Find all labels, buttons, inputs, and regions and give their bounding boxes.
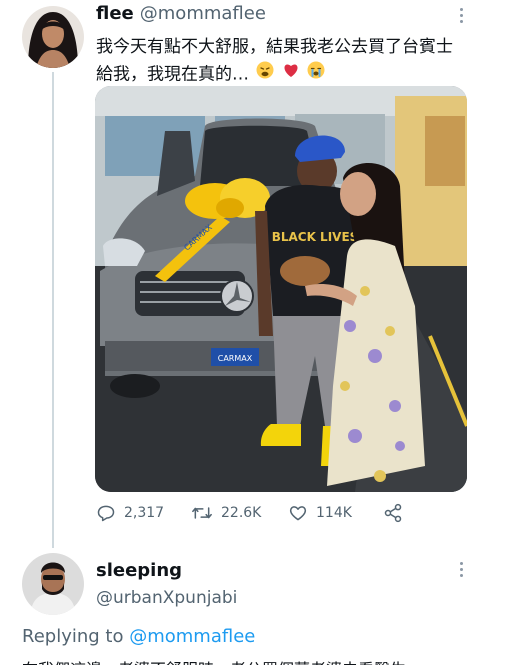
author-display-name[interactable]: flee: [96, 3, 134, 24]
like-count: 114K: [316, 505, 352, 521]
reply-button[interactable]: 2,317: [96, 503, 164, 523]
license-plate-text: CARMAX: [218, 354, 253, 363]
tweet-text: 我今天有點不大舒服，結果我老公去買了台賓士給我，我現在真的…: [96, 34, 466, 89]
comment-icon: [97, 505, 115, 522]
reply-author-handle[interactable]: @urbanXpunjabi: [96, 588, 237, 608]
tweet-photo[interactable]: CARMAX CARMAX BLACK LIVES: [95, 86, 467, 492]
retweet-icon: [192, 507, 212, 519]
shirt-text: BLACK LIVES: [272, 230, 359, 244]
reply-more-options-icon[interactable]: [460, 562, 464, 578]
author-handle[interactable]: @mommaflee: [140, 3, 266, 24]
share-icon: [384, 503, 402, 523]
like-button[interactable]: 114K: [288, 503, 352, 523]
red-heart-emoji: [282, 61, 300, 88]
retweet-count: 22.6K: [221, 505, 262, 521]
more-options-icon[interactable]: [460, 8, 464, 24]
thread-connector-line: [52, 72, 54, 548]
reply-count: 2,317: [124, 505, 165, 521]
reply-text-preview: 在我們這邊，老婆不舒服時，老公買個蒙老婆去看醫生: [22, 656, 406, 665]
replying-to-line: Replying to @mommaflee: [22, 626, 255, 647]
replying-to-label: Replying to: [22, 626, 124, 647]
tweet-actions: 2,317 22.6K 114K: [96, 503, 426, 527]
weary-face-emoji: [256, 61, 274, 88]
reply-author-display-name[interactable]: sleeping: [96, 560, 182, 581]
loudly-crying-face-emoji: [307, 61, 325, 88]
replying-to-mention-link[interactable]: @mommaflee: [129, 626, 255, 647]
author-avatar[interactable]: [22, 6, 84, 68]
heart-icon: [289, 506, 307, 521]
reply-author-avatar[interactable]: [22, 553, 84, 615]
author-name-row: flee @mommaflee: [96, 3, 266, 24]
tweet-body: 我今天有點不大舒服，結果我老公去買了台賓士給我，我現在真的…: [96, 37, 453, 85]
retweet-button[interactable]: 22.6K: [191, 503, 261, 523]
share-button[interactable]: [383, 503, 411, 523]
